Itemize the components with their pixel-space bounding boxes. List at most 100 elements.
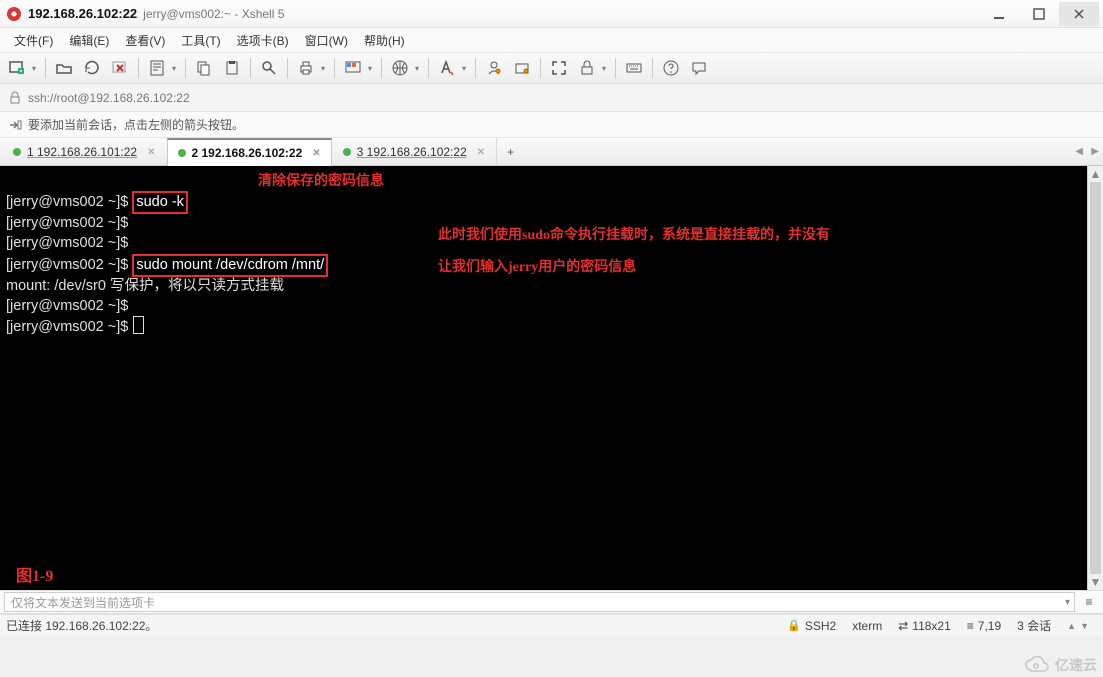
new-session-icon[interactable] xyxy=(4,55,30,81)
scroll-up-icon[interactable]: ▲ xyxy=(1088,166,1103,182)
keyboard-icon[interactable] xyxy=(621,55,647,81)
annotation-note-2-line1: 此时我们使用sudo命令执行挂载时，系统是直接挂载的，并没有 xyxy=(438,226,830,245)
paste-icon[interactable] xyxy=(219,55,245,81)
properties-icon[interactable] xyxy=(144,55,170,81)
tab-label: 3 192.168.26.102:22 xyxy=(357,145,467,159)
send-input[interactable]: 仅将文本发送到当前选项卡 ▾ xyxy=(4,592,1075,612)
cmd-highlight-box: sudo -k xyxy=(132,191,188,214)
combo-caret-icon[interactable]: ▾ xyxy=(1065,597,1070,608)
status-size: ⇄118x21 xyxy=(890,619,959,633)
maximize-button[interactable] xyxy=(1019,2,1059,26)
cmd-highlight-box: sudo mount /dev/cdrom /mnt/ xyxy=(132,254,328,277)
help-icon[interactable] xyxy=(658,55,684,81)
find-icon[interactable] xyxy=(256,55,282,81)
info-text: 要添加当前会话，点击左侧的箭头按钮。 xyxy=(28,116,244,133)
vertical-scrollbar[interactable]: ▲ ▼ xyxy=(1087,166,1103,590)
address-bar: ssh://root@192.168.26.102:22 xyxy=(0,84,1103,112)
tab-3[interactable]: 3 192.168.26.102:22 ✕ xyxy=(332,138,497,165)
menu-tools[interactable]: 工具(T) xyxy=(173,30,228,51)
close-tab-icon[interactable]: ✕ xyxy=(477,147,485,158)
scroll-thumb[interactable] xyxy=(1090,182,1101,574)
fullscreen-icon[interactable] xyxy=(546,55,572,81)
status-term: xterm xyxy=(844,619,890,633)
status-dot-icon xyxy=(13,148,21,156)
status-sessions: 3 会话 xyxy=(1009,617,1059,634)
close-tab-icon[interactable]: ✕ xyxy=(147,147,155,158)
tab-bar: 1 192.168.26.101:22 ✕ 2 192.168.26.102:2… xyxy=(0,138,1103,166)
status-up-down[interactable]: ▲▼ xyxy=(1059,621,1097,631)
menu-edit[interactable]: 编辑(E) xyxy=(61,30,117,51)
print-icon[interactable] xyxy=(293,55,319,81)
send-menu-icon[interactable]: ≡ xyxy=(1079,592,1099,612)
encoding-icon[interactable] xyxy=(387,55,413,81)
tab-2[interactable]: 2 192.168.26.102:22 ✕ xyxy=(167,138,332,166)
menu-window[interactable]: 窗口(W) xyxy=(297,30,356,51)
dropdown-caret-icon[interactable]: ▾ xyxy=(460,64,468,73)
menu-help[interactable]: 帮助(H) xyxy=(356,30,413,51)
status-bar: 已连接 192.168.26.102:22。 🔒SSH2 xterm ⇄118x… xyxy=(0,614,1103,636)
menu-file[interactable]: 文件(F) xyxy=(6,30,61,51)
term-line: [jerry@vms002 ~]$ xyxy=(6,319,132,335)
tab-1[interactable]: 1 192.168.26.101:22 ✕ xyxy=(2,138,167,165)
annotation-note-2-line2: 让我们输入jerry用户的密码信息 xyxy=(438,258,636,277)
cloud-logo-icon xyxy=(1023,656,1051,674)
cursor-icon xyxy=(134,317,143,333)
user-key-icon[interactable] xyxy=(481,55,507,81)
term-line: mount: /dev/sr0 写保护，将以只读方式挂载 xyxy=(6,278,284,294)
watermark: 亿速云 xyxy=(1023,655,1097,675)
scroll-down-icon[interactable]: ▼ xyxy=(1088,574,1103,590)
open-session-icon[interactable] xyxy=(51,55,77,81)
host-key-icon[interactable] xyxy=(509,55,535,81)
term-line: [jerry@vms002 ~]$ xyxy=(6,194,132,210)
menu-view[interactable]: 查看(V) xyxy=(117,30,173,51)
size-icon: ⇄ xyxy=(898,619,908,633)
send-bar: 仅将文本发送到当前选项卡 ▾ ≡ xyxy=(0,590,1103,614)
dropdown-caret-icon[interactable]: ▾ xyxy=(600,64,608,73)
color-scheme-icon[interactable] xyxy=(340,55,366,81)
copy-icon[interactable] xyxy=(191,55,217,81)
close-button[interactable] xyxy=(1059,2,1099,26)
lock-scroll-icon[interactable] xyxy=(574,55,600,81)
menu-tabs[interactable]: 选项卡(B) xyxy=(229,30,297,51)
minimize-button[interactable] xyxy=(979,2,1019,26)
status-dot-icon xyxy=(343,148,351,156)
menu-bar: 文件(F) 编辑(E) 查看(V) 工具(T) 选项卡(B) 窗口(W) 帮助(… xyxy=(0,28,1103,52)
pos-icon: ≡ xyxy=(967,619,974,633)
info-bar: 要添加当前会话，点击左侧的箭头按钮。 xyxy=(0,112,1103,138)
dropdown-caret-icon[interactable]: ▾ xyxy=(319,64,327,73)
address-text[interactable]: ssh://root@192.168.26.102:22 xyxy=(28,91,1095,105)
disconnect-icon[interactable] xyxy=(107,55,133,81)
dropdown-caret-icon[interactable]: ▾ xyxy=(413,64,421,73)
status-ssh: 🔒SSH2 xyxy=(779,619,844,633)
tab-label: 2 192.168.26.102:22 xyxy=(192,146,303,160)
term-line: [jerry@vms002 ~]$ xyxy=(6,215,128,231)
status-pos: ≡7,19 xyxy=(959,619,1009,633)
window-title-main: 192.168.26.102:22 xyxy=(28,6,137,21)
window-title-sub: jerry@vms002:~ - Xshell 5 xyxy=(143,7,284,21)
toolbar: ▾ ▾ ▾ ▾ ▾ ▾ ▾ xyxy=(0,52,1103,84)
status-connection: 已连接 192.168.26.102:22。 xyxy=(6,617,157,634)
add-tab-button[interactable]: + xyxy=(496,138,524,165)
term-line: [jerry@vms002 ~]$ xyxy=(6,257,132,273)
watermark-text: 亿速云 xyxy=(1055,655,1097,675)
lock-icon xyxy=(8,91,22,105)
dropdown-caret-icon[interactable]: ▾ xyxy=(366,64,374,73)
close-tab-icon[interactable]: ✕ xyxy=(312,148,320,159)
chat-icon[interactable] xyxy=(686,55,712,81)
bookmark-arrow-icon[interactable] xyxy=(8,118,22,132)
status-dot-icon xyxy=(178,149,186,157)
tab-label: 1 192.168.26.101:22 xyxy=(27,145,137,159)
font-icon[interactable] xyxy=(434,55,460,81)
send-placeholder: 仅将文本发送到当前选项卡 xyxy=(11,594,155,611)
dropdown-caret-icon[interactable]: ▾ xyxy=(170,64,178,73)
terminal-area: [jerry@vms002 ~]$ sudo -k [jerry@vms002 … xyxy=(0,166,1103,590)
title-bar: 192.168.26.102:22 jerry@vms002:~ - Xshel… xyxy=(0,0,1103,28)
annotation-note-1: 清除保存的密码信息 xyxy=(258,172,384,191)
reconnect-icon[interactable] xyxy=(79,55,105,81)
tab-nav-arrows[interactable]: ◀ ▶ xyxy=(1075,138,1099,165)
term-line: [jerry@vms002 ~]$ xyxy=(6,298,128,314)
terminal[interactable]: [jerry@vms002 ~]$ sudo -k [jerry@vms002 … xyxy=(0,166,1087,590)
app-icon xyxy=(6,6,22,22)
lock-small-icon: 🔒 xyxy=(787,619,801,632)
dropdown-caret-icon[interactable]: ▾ xyxy=(30,64,38,73)
